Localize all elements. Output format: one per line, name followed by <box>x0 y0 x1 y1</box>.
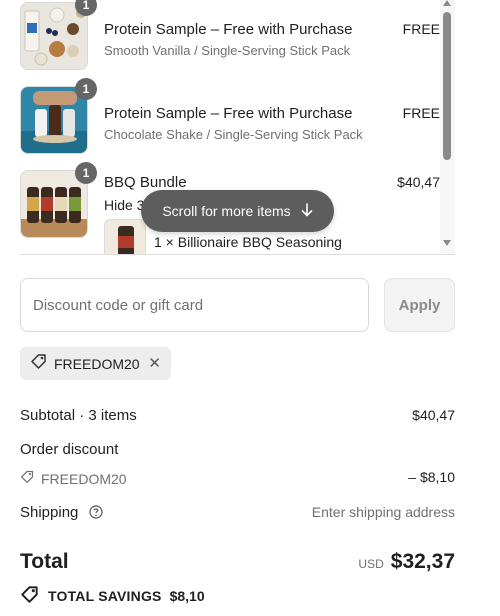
help-circle-icon[interactable] <box>88 505 103 523</box>
arrow-down-icon <box>301 202 313 220</box>
item-title: Protein Sample – Free with Purchase <box>104 21 353 38</box>
discount-code-input[interactable] <box>20 278 369 332</box>
subtotal-value: $40,47 <box>412 407 455 423</box>
total-value-group: USD $32,37 <box>358 550 455 574</box>
quantity-badge: 1 <box>75 162 97 184</box>
applied-discount-chip: FREEDOM20 ✕ <box>20 347 171 380</box>
total-label: Total <box>20 550 69 573</box>
cart-item: 1 Protein Sample – Free with Purchase Ch… <box>20 78 440 156</box>
shipping-value: Enter shipping address <box>311 504 455 520</box>
quantity-badge: 1 <box>75 0 97 16</box>
bundle-sub-item: 1 × Billionaire BBQ Seasoning <box>154 234 342 250</box>
tag-icon <box>20 584 40 607</box>
scroll-down-arrow-icon[interactable] <box>443 240 451 246</box>
shipping-row-label: Shipping <box>20 504 103 523</box>
scrollbar-thumb[interactable] <box>443 12 451 160</box>
applied-code-label: FREEDOM20 <box>54 355 140 372</box>
shipping-label: Shipping <box>20 504 79 521</box>
total-amount: $32,37 <box>390 550 455 573</box>
tag-icon <box>20 469 35 488</box>
tag-icon <box>30 352 48 375</box>
bundle-toggle-link[interactable]: Hide 3 <box>104 197 144 213</box>
item-price: FREE <box>402 105 440 121</box>
savings-value: $8,10 <box>169 587 205 604</box>
item-price: $40,47 <box>397 174 440 190</box>
scroll-up-arrow-icon[interactable] <box>443 0 451 6</box>
discount-code-label: FREEDOM20 <box>41 470 127 487</box>
subtotal-label: Subtotal · 3 items <box>20 407 137 424</box>
item-title: Protein Sample – Free with Purchase <box>104 105 353 122</box>
item-price: FREE <box>402 21 440 37</box>
cart-item: 1 Protein Sample – Free with Purchase Sm… <box>20 0 440 72</box>
order-discount-label: Order discount <box>20 441 119 458</box>
quantity-badge: 1 <box>75 78 97 100</box>
items-scrollbar[interactable] <box>440 0 455 254</box>
close-icon[interactable]: ✕ <box>148 356 161 371</box>
discount-value: – $8,10 <box>408 469 455 485</box>
item-title: BBQ Bundle <box>104 174 187 191</box>
scroll-hint-label: Scroll for more items <box>162 203 291 219</box>
discount-code-row: FREEDOM20 <box>20 469 127 488</box>
item-variant: Chocolate Shake / Single-Serving Stick P… <box>104 127 363 142</box>
item-variant: Smooth Vanilla / Single-Serving Stick Pa… <box>104 43 351 58</box>
savings-label: TOTAL SAVINGS <box>48 587 162 604</box>
total-savings-row: TOTAL SAVINGS $8,10 <box>20 584 205 607</box>
bundle-sub-item-image <box>104 219 146 254</box>
scroll-for-more-button[interactable]: Scroll for more items <box>141 190 334 232</box>
currency-code: USD <box>358 557 384 571</box>
apply-discount-button[interactable]: Apply <box>384 278 455 332</box>
